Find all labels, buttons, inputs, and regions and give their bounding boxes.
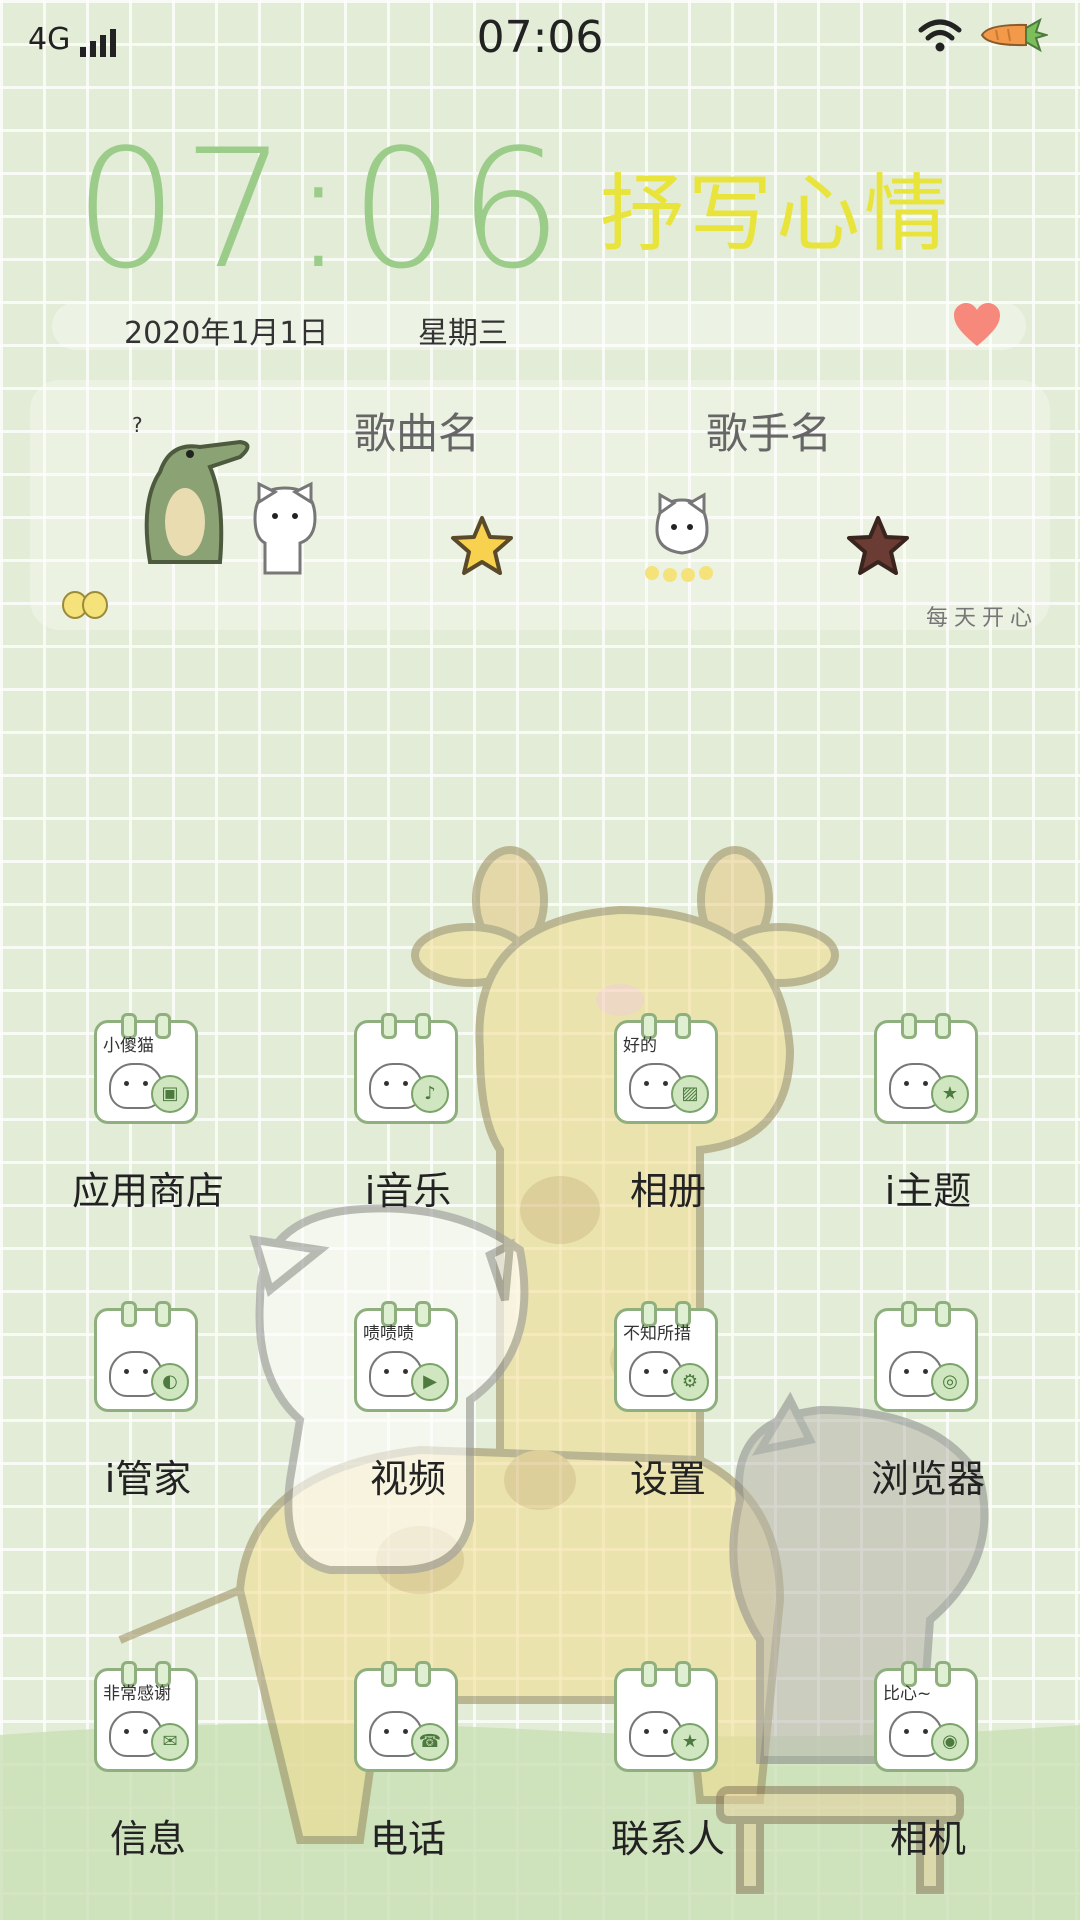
app-browser[interactable]: ◎ 浏览器 [828,1301,1028,1548]
daily-happy-text: 每天开心 [926,606,1039,631]
app-label: 设置 [629,1457,706,1501]
phone-icon[interactable]: ☎ [354,1661,458,1772]
badge-icon: ◎ [931,1363,969,1401]
badge-icon: ◉ [931,1723,969,1761]
app-theme[interactable]: ★ i主题 [828,1013,1028,1260]
app-contacts[interactable]: ★ 联系人 [568,1661,768,1908]
app-label: 联系人 [610,1817,725,1861]
icon-caption: 小傻猫 [103,1036,154,1056]
heart-icon [954,303,1000,346]
svg-text:?: ? [132,413,143,437]
browser-icon[interactable]: ◎ [874,1301,978,1412]
app-label: 信息 [109,1817,186,1861]
theme-icon[interactable]: ★ [874,1013,978,1124]
badge-icon: ♪ [411,1075,449,1113]
badge-icon: ☎ [411,1723,449,1761]
icon-caption: 啧啧啧 [363,1324,414,1344]
badge-icon: ▣ [151,1075,189,1113]
badge-icon: ▶ [411,1363,449,1401]
weekday-text: 星期三 [418,316,508,351]
app-label: 应用商店 [71,1169,224,1213]
icon-caption: 非常感谢 [103,1684,171,1704]
carrot-battery-icon [980,18,1048,52]
settings-icon[interactable]: 不知所措 ⚙ [614,1301,718,1412]
song-name[interactable]: 歌曲名 [354,400,480,461]
app-manager[interactable]: ◐ i管家 [48,1301,248,1548]
icon-caption: 好的 [623,1036,657,1056]
icon-caption: 不知所措 [623,1324,691,1344]
app-label: 相册 [629,1169,706,1213]
app-music[interactable]: ♪ i音乐 [308,1013,508,1260]
manager-icon[interactable]: ◐ [94,1301,198,1412]
album-icon[interactable]: 好的 ▨ [614,1013,718,1124]
app-camera[interactable]: 比心~ ◉ 相机 [828,1661,1028,1908]
date-text: 2020年1月1日 [124,316,329,351]
app-label: 相机 [889,1817,966,1861]
app-label: 浏览器 [870,1457,985,1501]
cat-icon [253,481,317,575]
badge-icon: ▨ [671,1075,709,1113]
app-message[interactable]: 非常感谢 ✉ 信息 [48,1661,248,1908]
app-album[interactable]: 好的 ▨ 相册 [568,1013,768,1260]
app-label: i管家 [104,1457,192,1501]
video-icon[interactable]: 啧啧啧 ▶ [354,1301,458,1412]
camera-icon[interactable]: 比心~ ◉ [874,1661,978,1772]
chick-icon [62,591,108,619]
badge-icon: ◐ [151,1363,189,1401]
singer-name[interactable]: 歌手名 [706,400,832,461]
wifi-icon [918,19,962,52]
badge-icon: ★ [671,1723,709,1761]
badge-icon: ✉ [151,1723,189,1761]
status-bar: 4G 07:06 [0,0,1080,76]
message-icon[interactable]: 非常感谢 ✉ [94,1661,198,1772]
app-settings[interactable]: 不知所措 ⚙ 设置 [568,1301,768,1548]
badge-icon: ★ [931,1075,969,1113]
app-app-store[interactable]: 小傻猫 ▣ 应用商店 [48,1013,248,1260]
app-store-icon[interactable]: 小傻猫 ▣ [94,1013,198,1124]
icon-caption: 比心~ [883,1684,932,1704]
clock-time[interactable]: 07:06 [74,128,567,292]
music-icon[interactable]: ♪ [354,1013,458,1124]
next-star-icon[interactable] [846,515,910,577]
app-label: 电话 [369,1817,446,1861]
contacts-icon[interactable]: ★ [614,1661,718,1772]
app-label: i主题 [884,1169,972,1213]
cat-chicks-icon [645,492,713,582]
mood-title[interactable]: 抒写心情 [600,172,952,256]
app-video[interactable]: 啧啧啧 ▶ 视频 [308,1301,508,1548]
prev-star-icon[interactable] [450,515,514,577]
app-label: 视频 [369,1457,446,1501]
badge-icon: ⚙ [671,1363,709,1401]
app-phone[interactable]: ☎ 电话 [308,1661,508,1908]
app-label: i音乐 [364,1169,452,1213]
